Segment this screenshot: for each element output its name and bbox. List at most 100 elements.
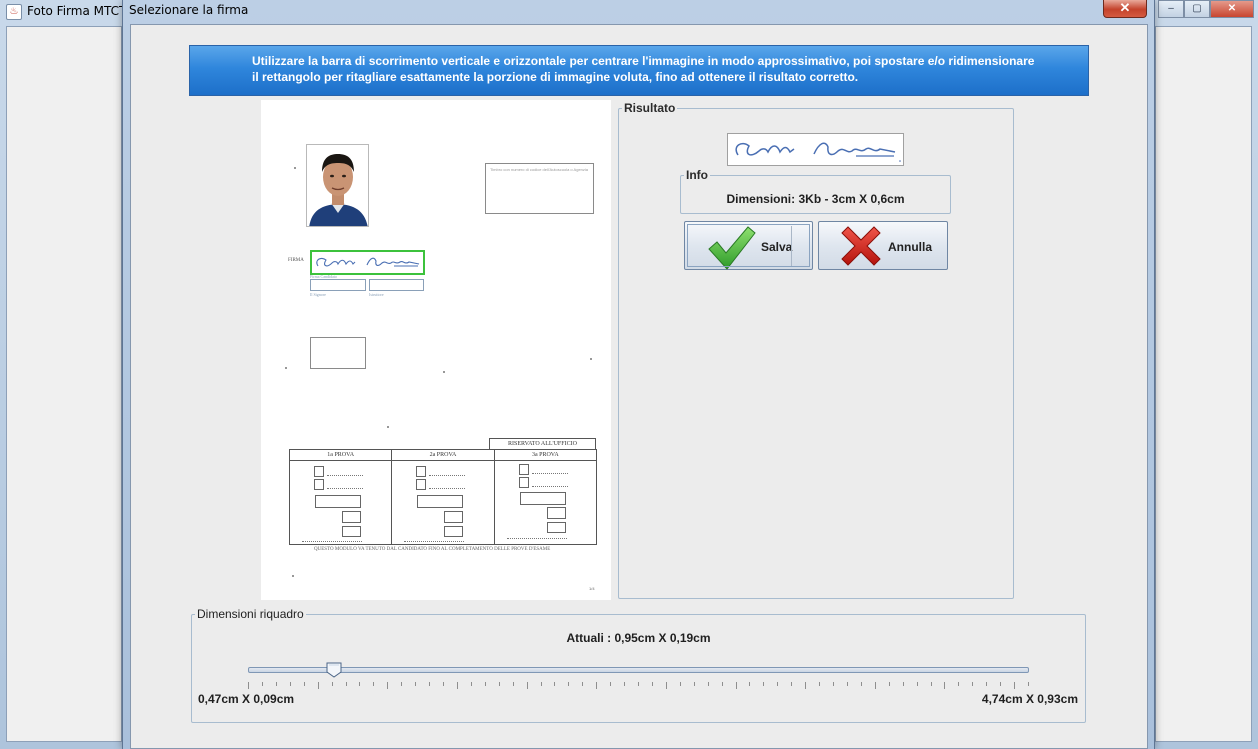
cancel-button-label: Annulla <box>888 240 932 254</box>
doc-speck <box>292 575 294 577</box>
slider-tick <box>972 682 974 686</box>
slider-tick <box>651 682 653 686</box>
slider-tick <box>429 682 431 686</box>
slider-tick <box>638 682 639 686</box>
info-group: Info Dimensioni: 3Kb - 3cm X 0,6cm <box>680 168 951 214</box>
dialog-title: Selezionare la firma <box>129 3 249 17</box>
result-group: Risultato Info Dimensioni: 3Kb - 3cm X 0… <box>618 101 1014 599</box>
exam-box <box>314 466 324 477</box>
result-legend: Risultato <box>622 101 678 115</box>
exam-results-table: 1a PROVA 2a PROVA 3a PROVA <box>289 449 597 545</box>
slider-tick <box>874 682 876 689</box>
doc-empty-box <box>310 337 366 369</box>
slider-tick <box>401 682 403 686</box>
document-footer-text: QUESTO MODULO VA TENUTO DAL CANDIDATO FI… <box>314 547 551 552</box>
slider-tick <box>916 682 918 686</box>
red-x-icon <box>839 224 883 271</box>
doc-field-label-3: Istruttore <box>369 292 384 297</box>
current-size-text: Attuali : 0,95cm X 0,19cm <box>566 631 711 645</box>
slider-tick <box>610 682 612 686</box>
parent-close-button[interactable]: ✕ <box>1210 0 1254 18</box>
checkmark-icon <box>707 223 757 274</box>
slider-max-label: 4,74cm X 0,93cm <box>981 692 1078 706</box>
signature-result-preview <box>727 133 904 166</box>
slider-tick <box>345 682 347 686</box>
exam-box <box>342 511 361 523</box>
exam-line <box>302 541 362 542</box>
slider-tick <box>791 682 793 686</box>
slider-tick <box>986 682 988 686</box>
box-size-slider-thumb[interactable] <box>326 662 342 678</box>
maximize-button[interactable]: ▢ <box>1184 0 1210 18</box>
slider-tick <box>275 682 277 686</box>
slider-tick <box>261 682 263 686</box>
slider-tick <box>359 682 361 686</box>
slider-tick <box>498 682 500 686</box>
box-size-slider-track[interactable] <box>248 667 1029 673</box>
dialog-body: Utilizzare la barra di scorrimento verti… <box>130 24 1148 749</box>
dialog-close-button[interactable]: ✕ <box>1103 0 1147 18</box>
parent-client-area-right <box>1155 26 1252 742</box>
signature-crop-rectangle[interactable] <box>310 250 425 275</box>
slider-tick <box>596 682 598 689</box>
slider-ticks <box>248 682 1029 689</box>
exam-line <box>327 488 363 489</box>
slider-tick <box>1028 682 1029 686</box>
slider-tick <box>846 682 848 686</box>
id-photo <box>306 144 369 227</box>
cancel-button[interactable]: Annulla <box>818 221 948 270</box>
instructions-line-2: il rettangolo per ritagliare esattamente… <box>252 70 859 84</box>
minimize-button[interactable]: – <box>1158 0 1184 18</box>
exam-line <box>327 475 363 476</box>
slider-tick <box>540 682 542 686</box>
slider-tick <box>415 682 417 686</box>
instructions-line-1: Utilizzare la barra di scorrimento verti… <box>252 54 1035 68</box>
exam-box <box>518 477 529 488</box>
slider-tick <box>582 682 584 686</box>
slider-tick <box>819 682 821 686</box>
slider-tick <box>317 682 319 689</box>
slider-tick <box>665 682 667 689</box>
doc-speck <box>443 371 445 373</box>
exam-column-2: 2a PROVA <box>392 450 495 544</box>
exam-box <box>546 507 566 519</box>
save-button-divider <box>791 226 792 267</box>
exam-line <box>429 488 466 489</box>
agency-stamp-box: Timbro con numero di codice dell'Autoscu… <box>485 163 594 214</box>
slider-tick <box>693 682 695 686</box>
exam-column-3: 3a PROVA <box>494 450 596 544</box>
exam-box <box>518 464 529 475</box>
exam-line <box>531 486 568 487</box>
slider-tick <box>930 682 932 686</box>
slider-tick <box>860 682 862 686</box>
exam-box <box>314 479 324 490</box>
doc-speck <box>294 167 296 169</box>
slider-tick <box>1014 682 1016 689</box>
document-page-number: 1/4 <box>589 586 595 591</box>
slider-tick <box>303 682 305 686</box>
exam-line <box>506 538 567 539</box>
document-preview[interactable]: Timbro con numero di codice dell'Autoscu… <box>261 100 611 600</box>
select-signature-dialog: Selezionare la firma ✕ Utilizzare la bar… <box>122 0 1155 749</box>
exam-line <box>429 475 466 476</box>
doc-field-label-1: Firma Candidato <box>310 274 337 279</box>
slider-tick <box>777 682 779 686</box>
exam-box <box>416 479 427 490</box>
slider-tick <box>735 682 737 689</box>
slider-tick <box>470 682 472 686</box>
slider-tick <box>888 682 890 686</box>
slider-min-label: 0,47cm X 0,09cm <box>198 692 295 706</box>
slider-tick <box>833 682 834 686</box>
exam-column-header: 2a PROVA <box>392 450 494 461</box>
exam-box <box>519 492 566 505</box>
save-button[interactable]: Salva <box>684 221 813 270</box>
firma-label: FIRMA <box>288 258 304 263</box>
slider-tick <box>484 682 486 686</box>
slider-tick <box>568 682 570 686</box>
parent-window-controls: – ▢ ✕ <box>1158 0 1254 18</box>
slider-tick <box>512 682 514 686</box>
parent-window-title: Foto Firma MTCT <box>27 4 127 18</box>
doc-speck <box>590 358 592 360</box>
doc-field-label-2: Il Signore <box>310 292 326 297</box>
slider-tick <box>248 682 249 689</box>
